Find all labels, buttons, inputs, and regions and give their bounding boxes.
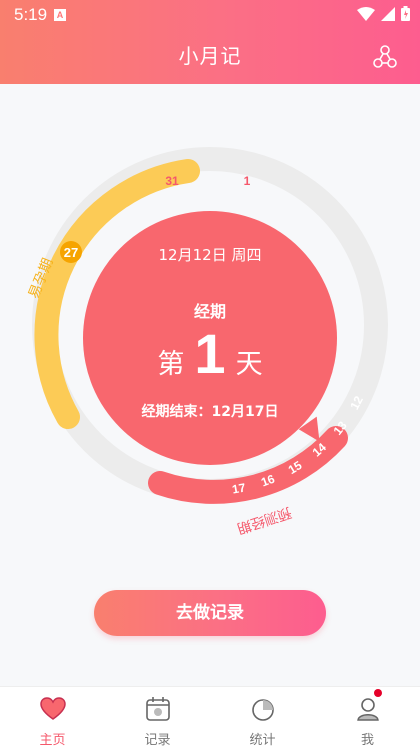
page-title: 小月记 xyxy=(178,44,242,68)
cycle-summary-circle: 12月12日 周四 经期 第 1 天 经期结束：12月17日 xyxy=(83,211,337,465)
tab-record[interactable]: 记录 xyxy=(105,687,210,748)
cycle-day-prefix: 第 xyxy=(157,349,185,380)
cycle-start-day: 1 xyxy=(244,174,251,188)
period-end-text: 经期结束：12月17日 xyxy=(141,404,279,420)
tab-me-label: 我 xyxy=(360,733,374,748)
status-bar: 5:19 A xyxy=(0,0,420,30)
tab-stats-label: 统计 xyxy=(249,733,276,748)
battery-icon xyxy=(401,6,410,21)
pie-chart-icon xyxy=(251,699,274,721)
notification-dot xyxy=(373,689,382,697)
tab-me[interactable]: 我 xyxy=(315,687,420,748)
user-icon xyxy=(356,698,379,721)
status-time: 5:19 xyxy=(14,5,48,24)
signal-icon xyxy=(381,6,395,21)
app-header: 5:19 A 小月记 xyxy=(0,0,420,84)
current-phase: 经期 xyxy=(193,302,226,321)
record-button[interactable]: 去做记录 xyxy=(94,590,326,636)
tab-record-label: 记录 xyxy=(144,733,171,748)
fertile-end-day: 31 xyxy=(165,174,179,188)
heart-icon xyxy=(39,697,66,720)
status-icons xyxy=(357,6,410,21)
share-nodes-icon[interactable] xyxy=(372,44,398,70)
wifi-icon xyxy=(357,6,375,21)
home-main: 27 易孕期 31 1 12 13 14 15 16 17 预测经期 12月12日 周四 … xyxy=(0,84,420,686)
current-date: 12月12日 周四 xyxy=(158,246,262,264)
cycle-day-number: 1 xyxy=(194,322,226,385)
calendar-icon xyxy=(145,697,170,721)
notification-badge: A xyxy=(54,9,66,21)
cycle-day: 第 1 天 xyxy=(83,321,337,386)
tab-home-label: 主页 xyxy=(39,733,66,748)
predicted-day-17: 17 xyxy=(231,480,247,496)
fertile-marker-label: 27 xyxy=(64,245,78,260)
tab-home[interactable]: 主页 xyxy=(0,687,105,748)
bottom-tab-bar: 主页 记录 统计 我 xyxy=(0,686,420,748)
predicted-period-label: 预测经期 xyxy=(235,504,293,537)
cycle-day-suffix: 天 xyxy=(235,349,263,380)
tab-stats[interactable]: 统计 xyxy=(210,687,315,748)
